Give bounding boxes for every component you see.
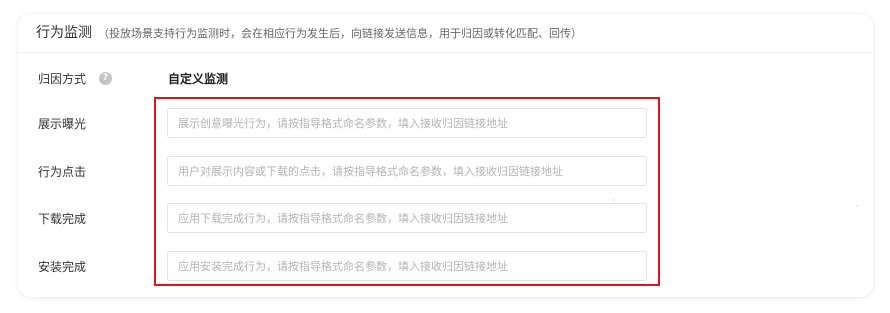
click-label: 行为点击 xyxy=(38,165,87,179)
install-complete-url-input[interactable] xyxy=(167,251,647,281)
decorative-fleck xyxy=(857,205,858,207)
section-title: 行为监测 xyxy=(36,25,92,41)
click-url-input[interactable] xyxy=(167,156,647,186)
impression-url-input[interactable] xyxy=(167,108,647,138)
section-description: （投放场景支持行为监测时，会在相应行为发生后，向链接发送信息，用于归因或转化匹配… xyxy=(98,27,582,40)
download-complete-label: 下载完成 xyxy=(38,212,87,226)
section-header: 行为监测 （投放场景支持行为监测时，会在相应行为发生后，向链接发送信息，用于归因… xyxy=(36,22,582,46)
attribution-method-value: 自定义监测 xyxy=(168,72,229,86)
help-icon[interactable]: ? xyxy=(99,71,113,85)
decorative-fleck xyxy=(613,199,614,201)
install-complete-label: 安装完成 xyxy=(38,260,87,274)
attribution-method-label: 归因方式 xyxy=(38,71,87,86)
download-complete-url-input[interactable] xyxy=(167,203,647,233)
header-divider xyxy=(18,52,873,53)
impression-label: 展示曝光 xyxy=(38,117,87,131)
attribution-method-row: 归因方式 ? xyxy=(38,68,113,88)
